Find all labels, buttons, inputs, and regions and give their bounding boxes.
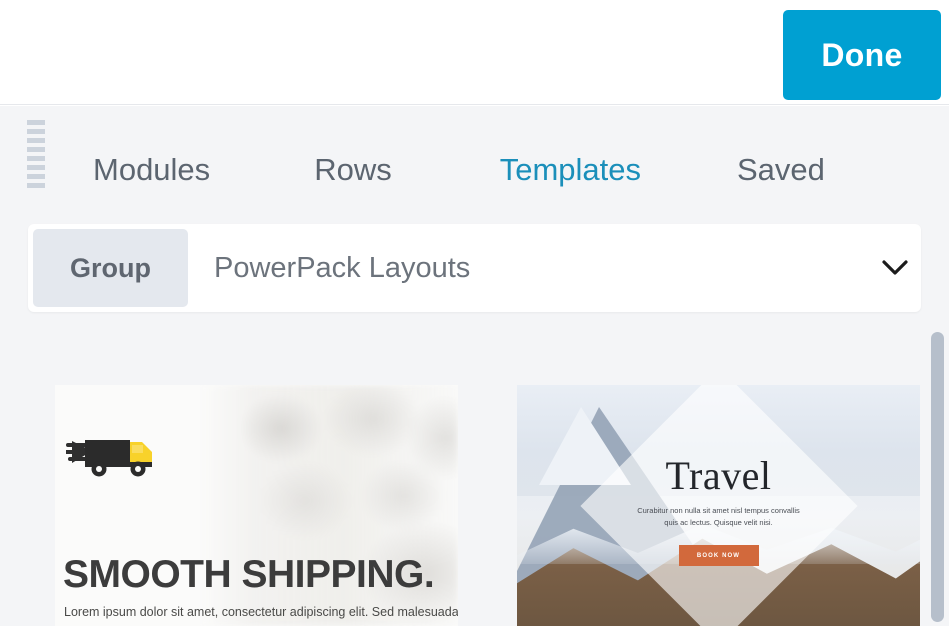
template-card-travel[interactable]: Travel Curabitur non nulla sit amet nisl… <box>517 385 920 626</box>
tab-saved[interactable]: Saved <box>719 152 843 188</box>
tab-modules[interactable]: Modules <box>75 152 228 188</box>
card-content: Travel Curabitur non nulla sit amet nisl… <box>517 385 920 626</box>
drag-bar <box>27 156 45 161</box>
card-heading: Travel <box>665 452 772 498</box>
panel-tabs: Modules Rows Templates Saved <box>75 140 843 200</box>
drag-bar <box>27 165 45 170</box>
card-subtext: Lorem ipsum dolor sit amet, consectetur … <box>64 605 458 619</box>
panel-scrollbar-thumb[interactable] <box>931 332 944 622</box>
group-selected-value[interactable]: PowerPack Layouts <box>188 252 869 285</box>
layout-builder-panel: Edited ? Done Modules Rows Templates Sav… <box>0 0 949 626</box>
drag-bar <box>27 183 45 188</box>
book-now-button[interactable]: BOOK NOW <box>678 545 759 567</box>
drag-bar <box>27 147 45 152</box>
drag-bar <box>27 174 45 179</box>
tab-rows[interactable]: Rows <box>296 152 410 188</box>
chevron-down-icon[interactable] <box>869 224 921 312</box>
done-button[interactable]: Done <box>783 10 941 100</box>
drag-bar <box>27 138 45 143</box>
delivery-truck-icon <box>64 429 158 479</box>
group-chip-label: Group <box>70 252 151 283</box>
card-heading: SMOOTH SHIPPING. <box>63 553 435 596</box>
drag-bar <box>27 129 45 134</box>
template-card-smooth-shipping[interactable]: SMOOTH SHIPPING. Lorem ipsum dolor sit a… <box>55 385 458 626</box>
drag-handle-icon[interactable] <box>27 120 47 188</box>
group-filter-bar: Group PowerPack Layouts <box>28 224 921 312</box>
tab-templates[interactable]: Templates <box>482 152 659 188</box>
card-subtext: Curabitur non nulla sit amet nisl tempus… <box>637 505 800 527</box>
drag-bar <box>27 120 45 125</box>
panel-scrollbar-track[interactable] <box>926 106 949 626</box>
builder-topbar: Edited ? Done <box>0 0 949 105</box>
group-label-chip[interactable]: Group <box>33 229 188 307</box>
